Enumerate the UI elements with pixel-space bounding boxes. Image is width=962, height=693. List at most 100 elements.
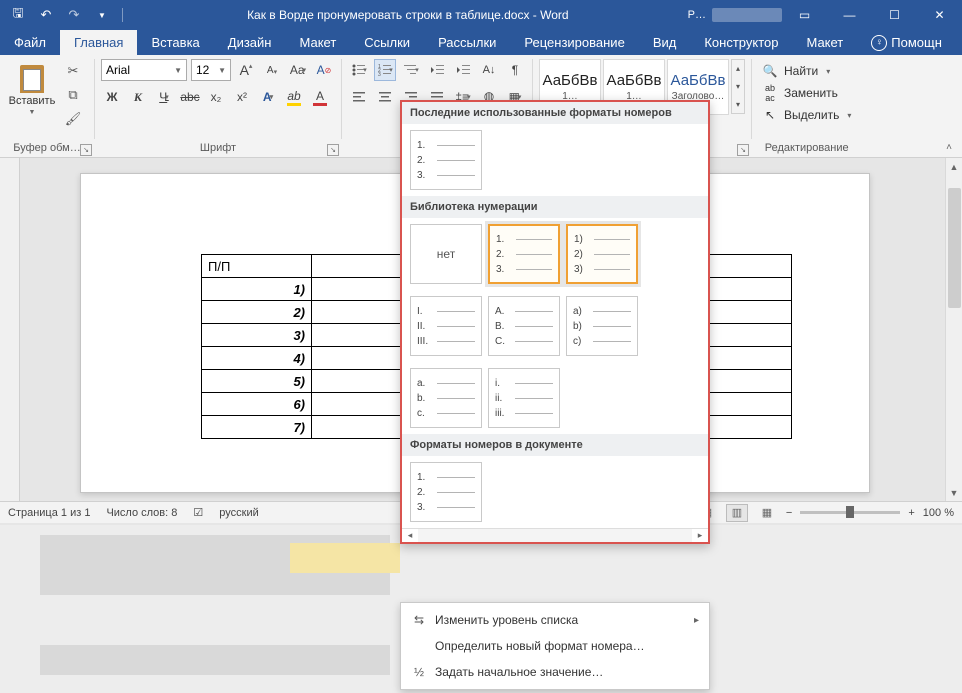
gallery-scrollbar[interactable]: ◂ ▸ — [402, 528, 708, 542]
grow-font-icon[interactable]: A▴ — [235, 59, 257, 81]
gallery-tile-doc-decimal-dot[interactable]: 1. 2. 3. — [410, 462, 482, 522]
scroll-thumb[interactable] — [948, 188, 961, 308]
tab-design[interactable]: Дизайн — [214, 30, 286, 55]
account-name[interactable] — [712, 8, 782, 22]
table-row-num[interactable]: 4) — [202, 347, 312, 370]
qat-dropdown-icon[interactable]: ▼ — [94, 7, 110, 23]
tab-references[interactable]: Ссылки — [350, 30, 424, 55]
tell-me[interactable]: ♀ Помощн — [857, 30, 956, 55]
undo-icon[interactable]: ↶ — [38, 7, 54, 23]
spellcheck-icon[interactable]: ☑ — [193, 506, 203, 519]
format-painter-icon[interactable]: 🖌 — [62, 109, 84, 129]
collapse-ribbon-icon[interactable]: ˄ — [940, 139, 958, 155]
gallery-tile-alpha-lower-dot[interactable]: a. b. c. — [410, 368, 482, 428]
ribbon-display-options-icon[interactable]: ▭ — [782, 0, 827, 30]
gallery-tile-decimal-paren[interactable]: 1) 2) 3) — [566, 224, 638, 284]
clipboard-launcher-icon[interactable]: ↘ — [80, 144, 92, 156]
tab-table-layout[interactable]: Макет — [792, 30, 857, 55]
styles-launcher-icon[interactable]: ↘ — [737, 144, 749, 156]
font-size-combo[interactable]: 12▼ — [191, 59, 231, 81]
zoom-in-icon[interactable]: + — [908, 507, 914, 519]
table-row-num[interactable]: 2) — [202, 301, 312, 324]
multilevel-list-button[interactable]: ▾ — [400, 59, 422, 81]
status-words[interactable]: Число слов: 8 — [106, 507, 177, 519]
table-row-num[interactable]: 6) — [202, 393, 312, 416]
close-button[interactable]: ✕ — [917, 0, 962, 30]
clipboard-icon — [18, 61, 46, 93]
copy-icon[interactable]: ⧉ — [62, 85, 84, 105]
web-layout-icon[interactable]: ▦ — [756, 504, 778, 522]
status-page[interactable]: Страница 1 из 1 — [8, 507, 90, 519]
scroll-down-icon[interactable]: ▼ — [946, 484, 962, 501]
subscript-button[interactable]: x₂ — [205, 86, 227, 108]
numbering-button[interactable]: 123▾ — [374, 59, 396, 81]
font-name-combo[interactable]: Arial▼ — [101, 59, 187, 81]
shrink-font-icon[interactable]: A▾ — [261, 59, 283, 81]
status-language[interactable]: русский — [219, 507, 258, 519]
change-case-button[interactable]: Aa▾ — [287, 59, 309, 81]
gallery-tile-none[interactable]: нет — [410, 224, 482, 284]
bold-button[interactable]: Ж — [101, 86, 123, 108]
gallery-tile-roman-upper[interactable]: I. II. III. — [410, 296, 482, 356]
gallery-scroll-right-icon[interactable]: ▸ — [692, 529, 708, 542]
tab-review[interactable]: Рецензирование — [510, 30, 638, 55]
table-row-num[interactable]: 3) — [202, 324, 312, 347]
table-row-num[interactable]: 5) — [202, 370, 312, 393]
gallery-scroll-left-icon[interactable]: ◂ — [402, 529, 418, 542]
clear-formatting-icon[interactable]: A⊘ — [313, 59, 335, 81]
sort-icon[interactable]: A↓ — [478, 59, 500, 81]
zoom-label[interactable]: 100 % — [923, 507, 954, 519]
quick-access-toolbar: 🖫 ↶ ↷ ▼ — [0, 7, 128, 23]
table-row-num[interactable]: 1) — [202, 278, 312, 301]
tab-mailings[interactable]: Рассылки — [424, 30, 510, 55]
zoom-out-icon[interactable]: − — [786, 507, 792, 519]
maximize-button[interactable]: ☐ — [872, 0, 917, 30]
table-row-num[interactable]: 7) — [202, 416, 312, 439]
tab-home[interactable]: Главная — [60, 30, 137, 55]
replace-button[interactable]: abacЗаменить — [758, 83, 855, 103]
save-icon[interactable]: 🖫 — [10, 7, 26, 23]
menu-change-list-level[interactable]: ⇆ Изменить уровень списка ▸ — [401, 607, 709, 633]
show-marks-icon[interactable]: ¶ — [504, 59, 526, 81]
tab-table-design[interactable]: Конструктор — [690, 30, 792, 55]
gallery-tile-roman-lower[interactable]: i. ii. iii. — [488, 368, 560, 428]
print-layout-icon[interactable]: ▥ — [726, 504, 748, 522]
menu-set-numbering-value[interactable]: ½ Задать начальное значение… — [401, 659, 709, 685]
account-hint[interactable]: Р… — [688, 9, 706, 21]
strikethrough-button[interactable]: abc — [179, 86, 201, 108]
minimize-button[interactable]: — — [827, 0, 872, 30]
gallery-tile-decimal-dot[interactable]: 1. 2. 3. — [488, 224, 560, 284]
superscript-button[interactable]: x² — [231, 86, 253, 108]
highlight-button[interactable]: ab — [283, 86, 305, 108]
gallery-tile-alpha-upper[interactable]: A. B. C. — [488, 296, 560, 356]
tab-layout[interactable]: Макет — [285, 30, 350, 55]
decrease-indent-icon[interactable] — [426, 59, 448, 81]
bullets-button[interactable]: ▾ — [348, 59, 370, 81]
tab-insert[interactable]: Вставка — [137, 30, 213, 55]
tab-view[interactable]: Вид — [639, 30, 691, 55]
increase-indent-icon[interactable] — [452, 59, 474, 81]
share-button[interactable] — [956, 30, 962, 55]
gallery-tile-recent-decimal-dot[interactable]: 1. 2. 3. — [410, 130, 482, 190]
window-controls: Р… ▭ — ☐ ✕ — [688, 0, 962, 30]
find-button[interactable]: 🔍Найти▾ — [758, 61, 855, 81]
underline-button[interactable]: Ч▾ — [153, 86, 175, 108]
vertical-scrollbar[interactable]: ▲ ▼ — [945, 158, 962, 501]
text-effects-button[interactable]: A▾ — [257, 86, 279, 108]
align-left-icon[interactable] — [348, 86, 370, 108]
gallery-tile-alpha-lower-paren[interactable]: a) b) c) — [566, 296, 638, 356]
select-button[interactable]: ↖Выделить▾ — [758, 105, 855, 125]
redo-icon[interactable]: ↷ — [66, 7, 82, 23]
align-center-icon[interactable] — [374, 86, 396, 108]
cut-icon[interactable]: ✂ — [62, 61, 84, 81]
font-color-button[interactable]: A — [309, 86, 331, 108]
font-launcher-icon[interactable]: ↘ — [327, 144, 339, 156]
zoom-slider[interactable] — [800, 511, 900, 514]
paste-button[interactable]: Вставить ▼ — [6, 59, 58, 116]
tab-file[interactable]: Файл — [0, 30, 60, 55]
menu-define-new-number-format[interactable]: Определить новый формат номера… — [401, 633, 709, 659]
table-header-cell[interactable]: П/П — [202, 255, 312, 278]
scroll-up-icon[interactable]: ▲ — [946, 158, 962, 175]
styles-more[interactable]: ▴▾▾ — [731, 59, 745, 114]
italic-button[interactable]: К — [127, 86, 149, 108]
